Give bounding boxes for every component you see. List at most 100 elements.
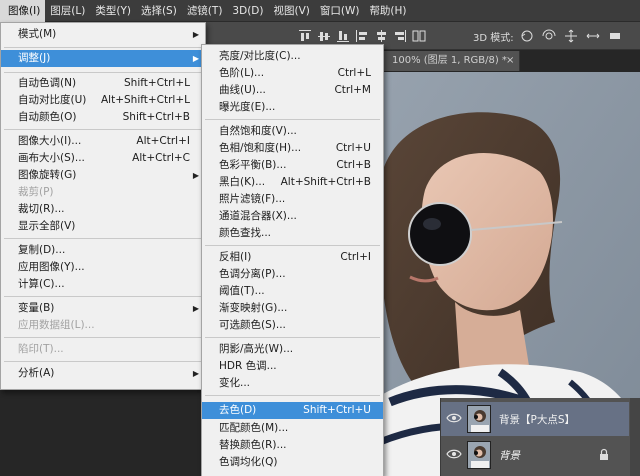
- menu-item-equalize[interactable]: 色调均化(Q): [202, 454, 383, 471]
- distribute-bottom-icon[interactable]: [336, 29, 350, 43]
- menu-item-color-lookup[interactable]: 颜色查找...: [202, 225, 383, 242]
- adjustments-submenu: 亮度/对比度(C)... 色阶(L)... Ctrl+L 曲线(U)... Ctrl…: [201, 44, 384, 476]
- menu-item-invert[interactable]: 反相(I) Ctrl+I: [202, 249, 383, 266]
- auto-align-icon[interactable]: [412, 29, 426, 43]
- lock-icon[interactable]: [599, 448, 609, 461]
- close-icon[interactable]: ×: [506, 51, 514, 71]
- roll-3d-icon[interactable]: [542, 29, 556, 43]
- menu-item-shortcut: Ctrl+M: [334, 84, 371, 96]
- menu-select[interactable]: 选择(S): [136, 0, 182, 22]
- menu-item-auto-color[interactable]: 自动颜色(O) Shift+Ctrl+B: [1, 109, 205, 126]
- menu-item-auto-contrast[interactable]: 自动对比度(U) Alt+Shift+Ctrl+L: [1, 92, 205, 109]
- menu-item-label: 模式(M): [18, 28, 57, 40]
- pan-3d-icon[interactable]: [564, 29, 578, 43]
- menu-item-levels[interactable]: 色阶(L)... Ctrl+L: [202, 65, 383, 82]
- menu-item-shortcut: Alt+Shift+Ctrl+B: [280, 176, 371, 188]
- menu-view[interactable]: 视图(V): [268, 0, 314, 22]
- menu-item-channel-mixer[interactable]: 通道混合器(X)...: [202, 208, 383, 225]
- menu-filter[interactable]: 滤镜(T): [182, 0, 228, 22]
- menu-separator: [4, 361, 202, 362]
- menu-item-black-white[interactable]: 黑白(K)... Alt+Shift+Ctrl+B: [202, 174, 383, 191]
- menu-item-apply-image[interactable]: 应用图像(Y)...: [1, 259, 205, 276]
- image-menu: 模式(M) ▶ 调整(J) ▶ 自动色调(N) Shift+Ctrl+L 自动对比度(…: [0, 22, 206, 390]
- menu-item-desaturate[interactable]: 去色(D) Shift+Ctrl+U: [202, 402, 383, 419]
- menu-item-mode[interactable]: 模式(M) ▶: [1, 26, 205, 43]
- menu-item-analysis[interactable]: 分析(A) ▶: [1, 365, 205, 382]
- menu-item-gradient-map[interactable]: 渐变映射(G)...: [202, 300, 383, 317]
- distribute-hcenter-icon[interactable]: [374, 29, 388, 43]
- menu-item-selective-color[interactable]: 可选颜色(S)...: [202, 317, 383, 334]
- menu-image[interactable]: 图像(I): [0, 0, 46, 22]
- menu-item-label: 计算(C)...: [18, 278, 65, 290]
- menu-3d[interactable]: 3D(D): [227, 0, 268, 22]
- menu-item-label: HDR 色调...: [219, 360, 277, 372]
- menu-item-shortcut: Ctrl+I: [340, 251, 371, 263]
- distribute-top-icon[interactable]: [298, 29, 312, 43]
- submenu-arrow-icon: ▶: [192, 54, 199, 63]
- menu-item-canvas-size[interactable]: 画布大小(S)... Alt+Ctrl+C: [1, 150, 205, 167]
- document-tab[interactable]: 100% (图层 1, RGB/8) * ×: [370, 51, 520, 71]
- distribute-left-icon[interactable]: [355, 29, 369, 43]
- menu-item-label: 曝光度(E)...: [219, 101, 276, 113]
- scale-3d-icon[interactable]: [608, 29, 622, 43]
- menu-item-label: 自动色调(N): [18, 77, 77, 89]
- menu-item-apply-data-set: 应用数据组(L)...: [1, 317, 205, 334]
- menu-item-variables[interactable]: 变量(B) ▶: [1, 300, 205, 317]
- distribute-right-icon[interactable]: [393, 29, 407, 43]
- menu-window[interactable]: 窗口(W): [315, 0, 365, 22]
- menu-item-reveal-all[interactable]: 显示全部(V): [1, 218, 205, 235]
- menu-item-label: 色阶(L)...: [219, 67, 265, 79]
- menu-item-posterize[interactable]: 色调分离(P)...: [202, 266, 383, 283]
- menu-item-image-size[interactable]: 图像大小(I)... Alt+Ctrl+I: [1, 133, 205, 150]
- menu-item-label: 陷印(T)...: [18, 343, 64, 355]
- menu-item-hue-saturation[interactable]: 色相/饱和度(H)... Ctrl+U: [202, 140, 383, 157]
- menu-help[interactable]: 帮助(H): [364, 0, 411, 22]
- menu-item-shadows-highlights[interactable]: 阴影/高光(W)...: [202, 341, 383, 358]
- menu-item-duplicate[interactable]: 复制(D)...: [1, 242, 205, 259]
- menu-item-replace-color[interactable]: 替换颜色(R)...: [202, 437, 383, 454]
- visibility-eye-icon[interactable]: [446, 448, 462, 460]
- menu-item-crop: 裁剪(P): [1, 184, 205, 201]
- menu-item-variations[interactable]: 变化...: [202, 375, 383, 392]
- layer-thumbnail: [467, 441, 491, 469]
- visibility-eye-icon[interactable]: [446, 412, 462, 424]
- slide-3d-icon[interactable]: [586, 29, 600, 43]
- menu-item-label: 自然饱和度(V)...: [219, 125, 297, 137]
- layer-name[interactable]: 背景【P大点S】: [499, 412, 575, 427]
- rotate-3d-icon[interactable]: [520, 29, 534, 43]
- menu-item-threshold[interactable]: 阈值(T)...: [202, 283, 383, 300]
- menu-item-curves[interactable]: 曲线(U)... Ctrl+M: [202, 82, 383, 99]
- menu-separator: [205, 395, 380, 396]
- align-distribute-buttons: [298, 29, 426, 43]
- menu-item-label: 复制(D)...: [18, 244, 66, 256]
- distribute-vcenter-icon[interactable]: [317, 29, 331, 43]
- menu-item-exposure[interactable]: 曝光度(E)...: [202, 99, 383, 116]
- menu-item-shortcut: Shift+Ctrl+U: [303, 404, 371, 416]
- menu-item-label: 色相/饱和度(H)...: [219, 142, 302, 154]
- menu-item-calculations[interactable]: 计算(C)...: [1, 276, 205, 293]
- menu-separator: [205, 245, 380, 246]
- menu-item-photo-filter[interactable]: 照片滤镜(F)...: [202, 191, 383, 208]
- layer-name[interactable]: 背景: [499, 448, 520, 463]
- 3d-mode-tools: [520, 29, 622, 43]
- menu-item-match-color[interactable]: 匹配颜色(M)...: [202, 420, 383, 437]
- menu-item-shortcut: Ctrl+B: [336, 159, 371, 171]
- panel-scrollbar[interactable]: [630, 398, 640, 476]
- menu-item-shortcut: Alt+Ctrl+I: [136, 135, 190, 147]
- menu-item-adjust[interactable]: 调整(J) ▶: [1, 50, 205, 67]
- menu-item-brightness-contrast[interactable]: 亮度/对比度(C)...: [202, 48, 383, 65]
- menu-item-hdr-toning[interactable]: HDR 色调...: [202, 358, 383, 375]
- menu-item-label: 替换颜色(R)...: [219, 439, 287, 451]
- menu-type[interactable]: 类型(Y): [90, 0, 136, 22]
- menu-item-label: 应用数据组(L)...: [18, 319, 95, 331]
- menu-layer[interactable]: 图层(L): [45, 0, 90, 22]
- menu-separator: [4, 72, 202, 73]
- menu-item-auto-tone[interactable]: 自动色调(N) Shift+Ctrl+L: [1, 75, 205, 92]
- menu-item-image-rotation[interactable]: 图像旋转(G) ▶: [1, 167, 205, 184]
- layer-row[interactable]: 背景【P大点S】: [441, 402, 629, 436]
- menu-item-label: 裁切(R)...: [18, 203, 65, 215]
- menu-item-vibrance[interactable]: 自然饱和度(V)...: [202, 123, 383, 140]
- menu-item-color-balance[interactable]: 色彩平衡(B)... Ctrl+B: [202, 157, 383, 174]
- menu-item-trim[interactable]: 裁切(R)...: [1, 201, 205, 218]
- layer-row[interactable]: 背景: [441, 438, 629, 472]
